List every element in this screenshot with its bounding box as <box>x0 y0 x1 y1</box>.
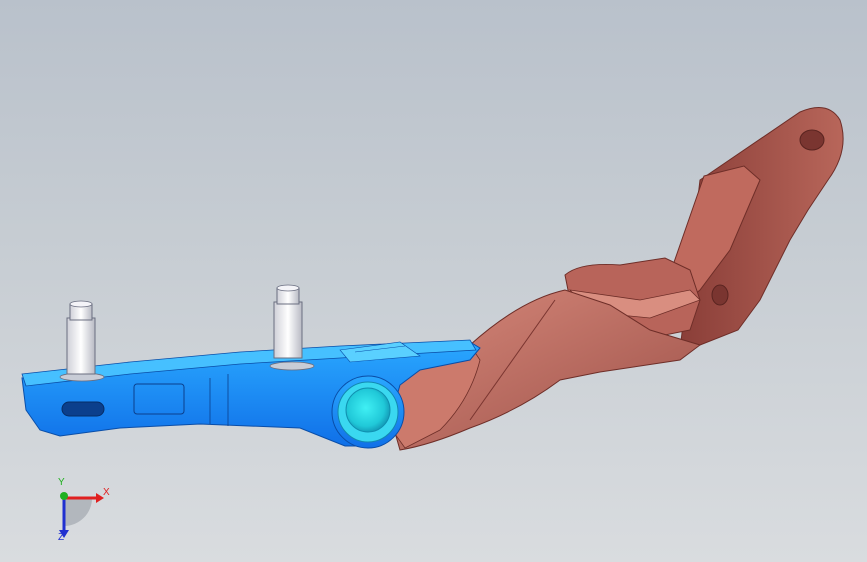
model-view[interactable] <box>0 0 867 562</box>
mounting-stud-2[interactable] <box>273 284 303 359</box>
pivot-bushing[interactable] <box>331 375 405 449</box>
x-axis-label: X <box>103 487 110 498</box>
mounting-stud-1[interactable] <box>66 300 96 375</box>
z-axis-label: Z <box>58 532 65 543</box>
triad-shadow <box>64 498 92 526</box>
hinge-arm[interactable] <box>379 107 844 451</box>
graphics-viewport[interactable]: X Y Z <box>0 0 867 562</box>
y-axis-label: Y <box>58 477 65 488</box>
y-axis-dot <box>60 492 68 500</box>
